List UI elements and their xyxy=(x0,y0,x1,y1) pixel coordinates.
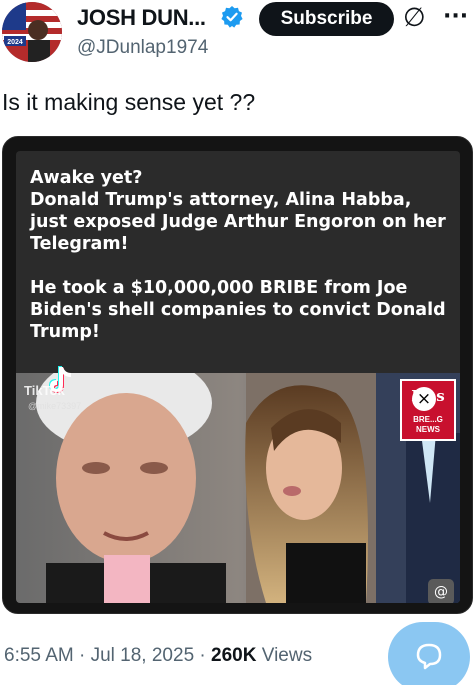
views-count[interactable]: 260K xyxy=(211,645,256,666)
overlay-caption: Awake yet? Donald Trump's attorney, Alina… xyxy=(30,167,450,365)
tweet-date[interactable]: Jul 18, 2025 xyxy=(91,645,195,666)
close-icon[interactable]: × xyxy=(412,387,436,411)
grok-icon[interactable]: ∅ xyxy=(403,4,429,32)
display-name[interactable]: JOSH DUN... xyxy=(77,5,206,31)
user-handle[interactable]: @JDunlap1974 xyxy=(77,37,208,59)
avatar[interactable]: 2024 xyxy=(2,2,62,62)
media-image[interactable]: Awake yet? Donald Trump's attorney, Alina… xyxy=(16,151,460,603)
separator: · xyxy=(199,645,212,666)
subscribe-button[interactable]: Subscribe xyxy=(259,2,394,36)
tweet-meta: 6:55 AM · Jul 18, 2025 · 260K Views xyxy=(4,645,312,667)
tiktok-username: @mike73397 xyxy=(28,401,82,411)
separator: · xyxy=(79,645,91,666)
fox-news-subtitle: BRE...G NEWS xyxy=(413,415,443,434)
tweet-header: 2024 JOSH DUN... @JDunlap1974 Subscribe … xyxy=(0,0,475,70)
media-attachment[interactable]: Awake yet? Donald Trump's attorney, Alina… xyxy=(2,136,473,614)
at-icon[interactable]: @ xyxy=(428,579,454,603)
reply-bubble-icon xyxy=(416,643,442,670)
tweet-text: Is it making sense yet ?? xyxy=(2,89,256,115)
avatar-text: 2024 xyxy=(7,39,23,46)
caption-line-1: Awake yet? xyxy=(30,168,143,188)
caption-line-3: He took a $10,000,000 BRIBE from Joe Bid… xyxy=(30,278,446,342)
avatar-image: 2024 xyxy=(2,2,62,62)
news-photo xyxy=(16,373,460,603)
views-label: Views xyxy=(261,645,313,666)
tiktok-watermark: TikTok xyxy=(24,383,65,398)
more-options-icon[interactable]: ··· xyxy=(443,4,471,32)
caption-line-2: Donald Trump's attorney, Alina Habba, ju… xyxy=(30,190,446,254)
reply-button[interactable] xyxy=(388,622,470,685)
tweet-time[interactable]: 6:55 AM xyxy=(4,645,74,666)
verified-badge-icon xyxy=(221,6,243,28)
